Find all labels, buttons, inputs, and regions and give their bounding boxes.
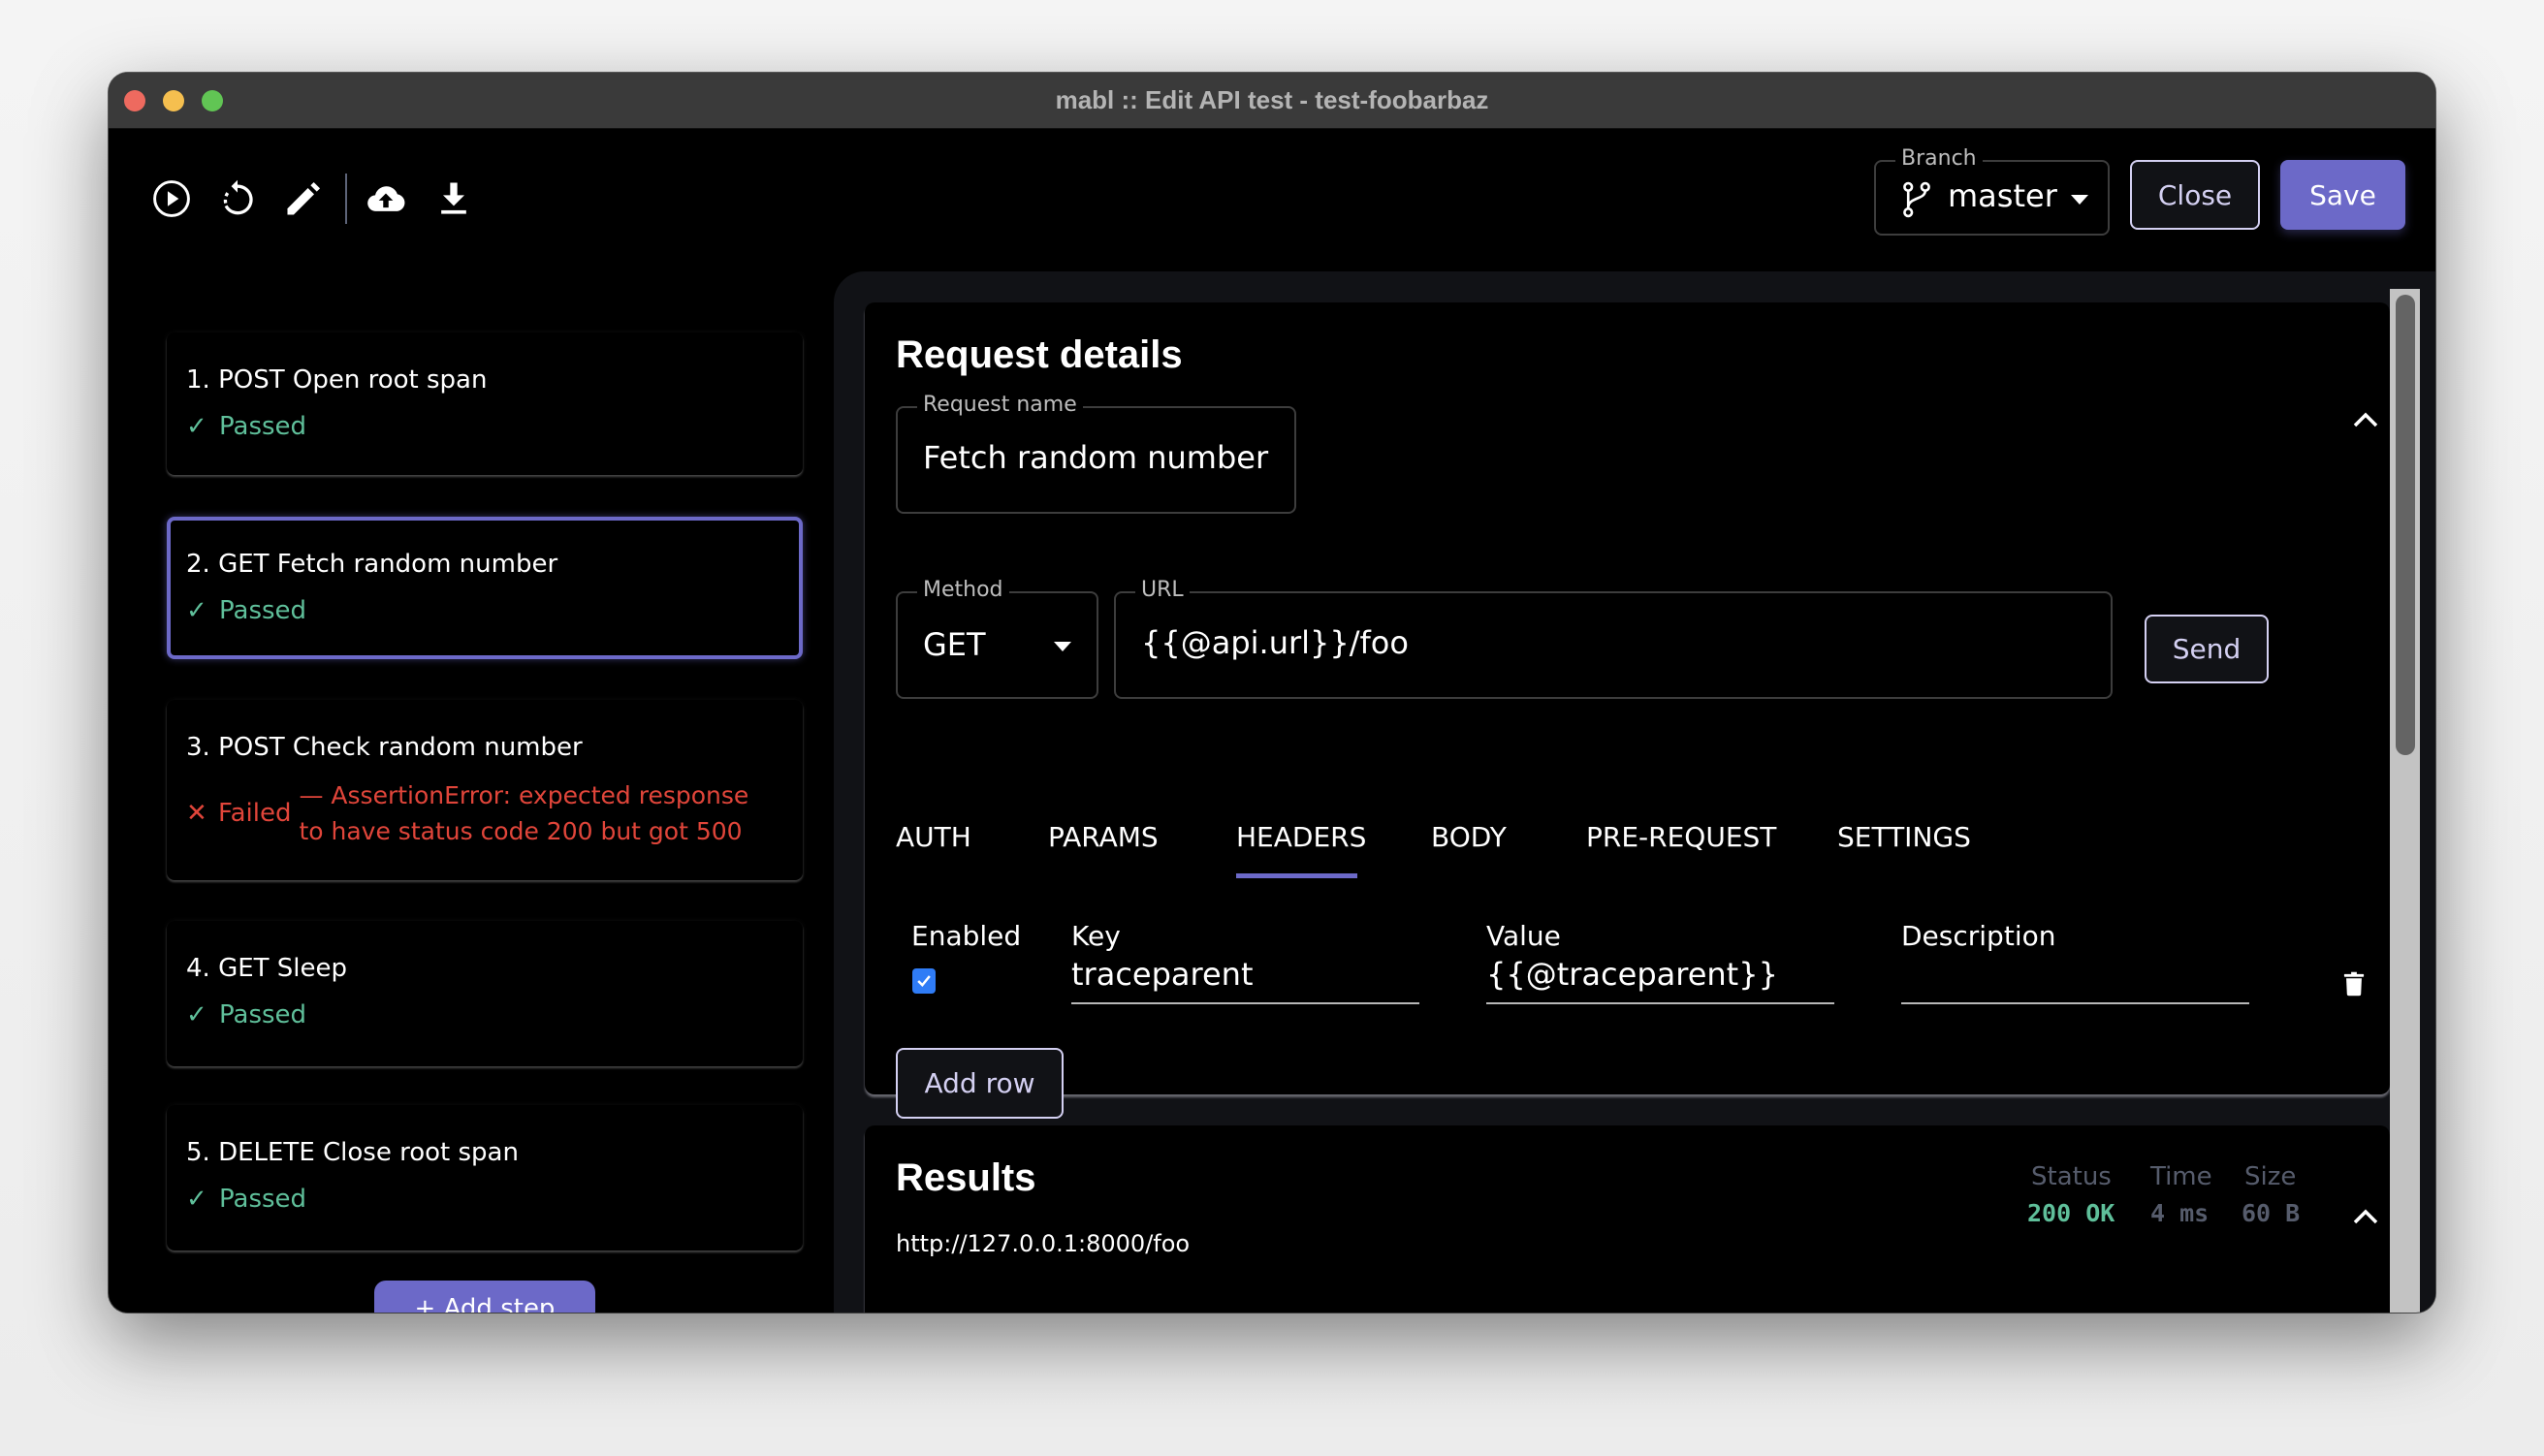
pencil-icon	[287, 181, 321, 215]
method-value: GET	[923, 626, 986, 663]
tab-pre-request[interactable]: PRE-REQUEST	[1586, 821, 1776, 853]
scrollbar[interactable]	[2390, 289, 2420, 1313]
size-label: Size	[2244, 1162, 2297, 1191]
status-value: 200 OK	[2027, 1199, 2115, 1227]
tab-body[interactable]: BODY	[1431, 821, 1507, 853]
step-status: ✓ Passed	[186, 1185, 306, 1214]
branch-select[interactable]: Branch master	[1874, 146, 2110, 236]
step-status: ✓ Passed	[186, 1000, 306, 1029]
header-value-value: {{@traceparent}}	[1486, 956, 1778, 993]
status-text: Passed	[219, 412, 307, 441]
header-description-input[interactable]	[1901, 950, 2249, 1004]
step-item[interactable]: 4. GET Sleep ✓ Passed	[167, 921, 803, 1066]
active-tab-indicator	[1236, 873, 1357, 878]
column-description: Description	[1901, 920, 2056, 952]
method-label: Method	[917, 578, 1009, 602]
time-label: Time	[2150, 1162, 2212, 1191]
window-title: mabl :: Edit API test - test-foobarbaz	[1055, 85, 1489, 114]
url-label: URL	[1135, 578, 1190, 602]
check-icon: ✓	[186, 596, 207, 625]
branch-value: master	[1948, 177, 2057, 214]
check-icon: ✓	[186, 1185, 207, 1214]
scrollbar-thumb[interactable]	[2396, 295, 2415, 755]
toolbar-divider	[345, 174, 347, 224]
tab-settings[interactable]: SETTINGS	[1837, 821, 1971, 853]
edit-button[interactable]	[282, 177, 325, 220]
status-text: Passed	[219, 596, 307, 625]
request-name-label: Request name	[917, 393, 1083, 417]
error-message: — AssertionError: expected response to h…	[299, 781, 749, 845]
step-status: ✕ Failed — AssertionError: expected respo…	[186, 777, 768, 849]
step-item-selected[interactable]: 2. GET Fetch random number ✓ Passed	[167, 517, 803, 659]
panel-edge	[2420, 271, 2435, 1313]
check-icon: ✓	[186, 1000, 207, 1029]
tab-headers[interactable]: HEADERS	[1236, 821, 1366, 853]
step-item[interactable]: 5. DELETE Close root span ✓ Passed	[167, 1105, 803, 1250]
url-field[interactable]: URL {{@api.url}}/foo	[1114, 578, 2113, 699]
column-enabled: Enabled	[911, 920, 1022, 952]
send-button[interactable]: Send	[2145, 615, 2269, 683]
play-circle-icon	[153, 180, 190, 217]
step-status: ✓ Passed	[186, 412, 306, 441]
method-select[interactable]: Method GET	[896, 578, 1098, 699]
add-row-button[interactable]: Add row	[896, 1048, 1064, 1119]
branch-label: Branch	[1895, 146, 1983, 171]
status-text: Passed	[219, 1000, 307, 1029]
tab-params[interactable]: PARAMS	[1048, 821, 1159, 853]
status-text: Passed	[219, 1185, 307, 1214]
column-key: Key	[1071, 920, 1121, 952]
restart-icon	[223, 179, 253, 215]
step-title: 5. DELETE Close root span	[186, 1138, 519, 1167]
step-title: 3. POST Check random number	[186, 733, 583, 762]
x-icon: ✕	[186, 799, 207, 828]
request-details-title: Request details	[896, 333, 1183, 376]
tab-auth[interactable]: AUTH	[896, 821, 971, 853]
column-value: Value	[1486, 920, 1561, 952]
close-button[interactable]: Close	[2130, 160, 2260, 230]
request-name-field[interactable]: Request name Fetch random number	[896, 393, 1296, 514]
header-key-input[interactable]: traceparent	[1071, 950, 1419, 1004]
results-url: http://127.0.0.1:8000/foo	[896, 1230, 1191, 1257]
step-item[interactable]: 3. POST Check random number ✕ Failed — As…	[167, 700, 803, 880]
size-value: 60 B	[2242, 1199, 2301, 1227]
trash-icon[interactable]	[2342, 971, 2366, 997]
upload-button[interactable]	[365, 177, 407, 220]
title-bar: mabl :: Edit API test - test-foobarbaz	[109, 73, 2435, 129]
chevron-up-icon[interactable]	[2351, 1207, 2380, 1226]
step-status: ✓ Passed	[186, 596, 306, 625]
step-title: 2. GET Fetch random number	[186, 550, 558, 579]
header-key-value: traceparent	[1071, 956, 1254, 993]
step-item[interactable]: 1. POST Open root span ✓ Passed	[167, 332, 803, 475]
cloud-upload-icon	[367, 186, 405, 211]
run-test-button[interactable]	[150, 177, 193, 220]
chevron-down-icon	[1054, 642, 1071, 651]
chevron-up-icon[interactable]	[2351, 410, 2380, 429]
results-card: Results Status Time Size 200 OK 4 ms 60 …	[865, 1125, 2390, 1313]
step-title: 1. POST Open root span	[186, 365, 488, 395]
download-button[interactable]	[432, 177, 475, 220]
restart-button[interactable]	[216, 177, 259, 220]
save-button[interactable]: Save	[2280, 160, 2405, 230]
chevron-down-icon	[2071, 195, 2088, 205]
checkmark-icon	[917, 975, 931, 988]
app-window: mabl :: Edit API test - test-foobarbaz B…	[109, 73, 2435, 1313]
status-label: Status	[2031, 1162, 2112, 1191]
step-title: 4. GET Sleep	[186, 954, 348, 983]
time-value: 4 ms	[2150, 1199, 2210, 1227]
url-input[interactable]: {{@api.url}}/foo	[1141, 624, 1409, 661]
download-icon	[441, 182, 466, 214]
git-branch-icon	[1903, 181, 1930, 218]
check-icon: ✓	[186, 412, 207, 441]
results-title: Results	[896, 1156, 1036, 1199]
request-details-card: Request details Request name Fetch rando…	[865, 302, 2390, 1119]
request-name-input[interactable]: Fetch random number	[923, 439, 1268, 476]
add-step-button[interactable]: + Add step	[374, 1281, 595, 1313]
header-value-input[interactable]: {{@traceparent}}	[1486, 950, 1834, 1004]
header-enabled-checkbox[interactable]	[912, 968, 936, 994]
status-text: Failed	[218, 799, 292, 828]
